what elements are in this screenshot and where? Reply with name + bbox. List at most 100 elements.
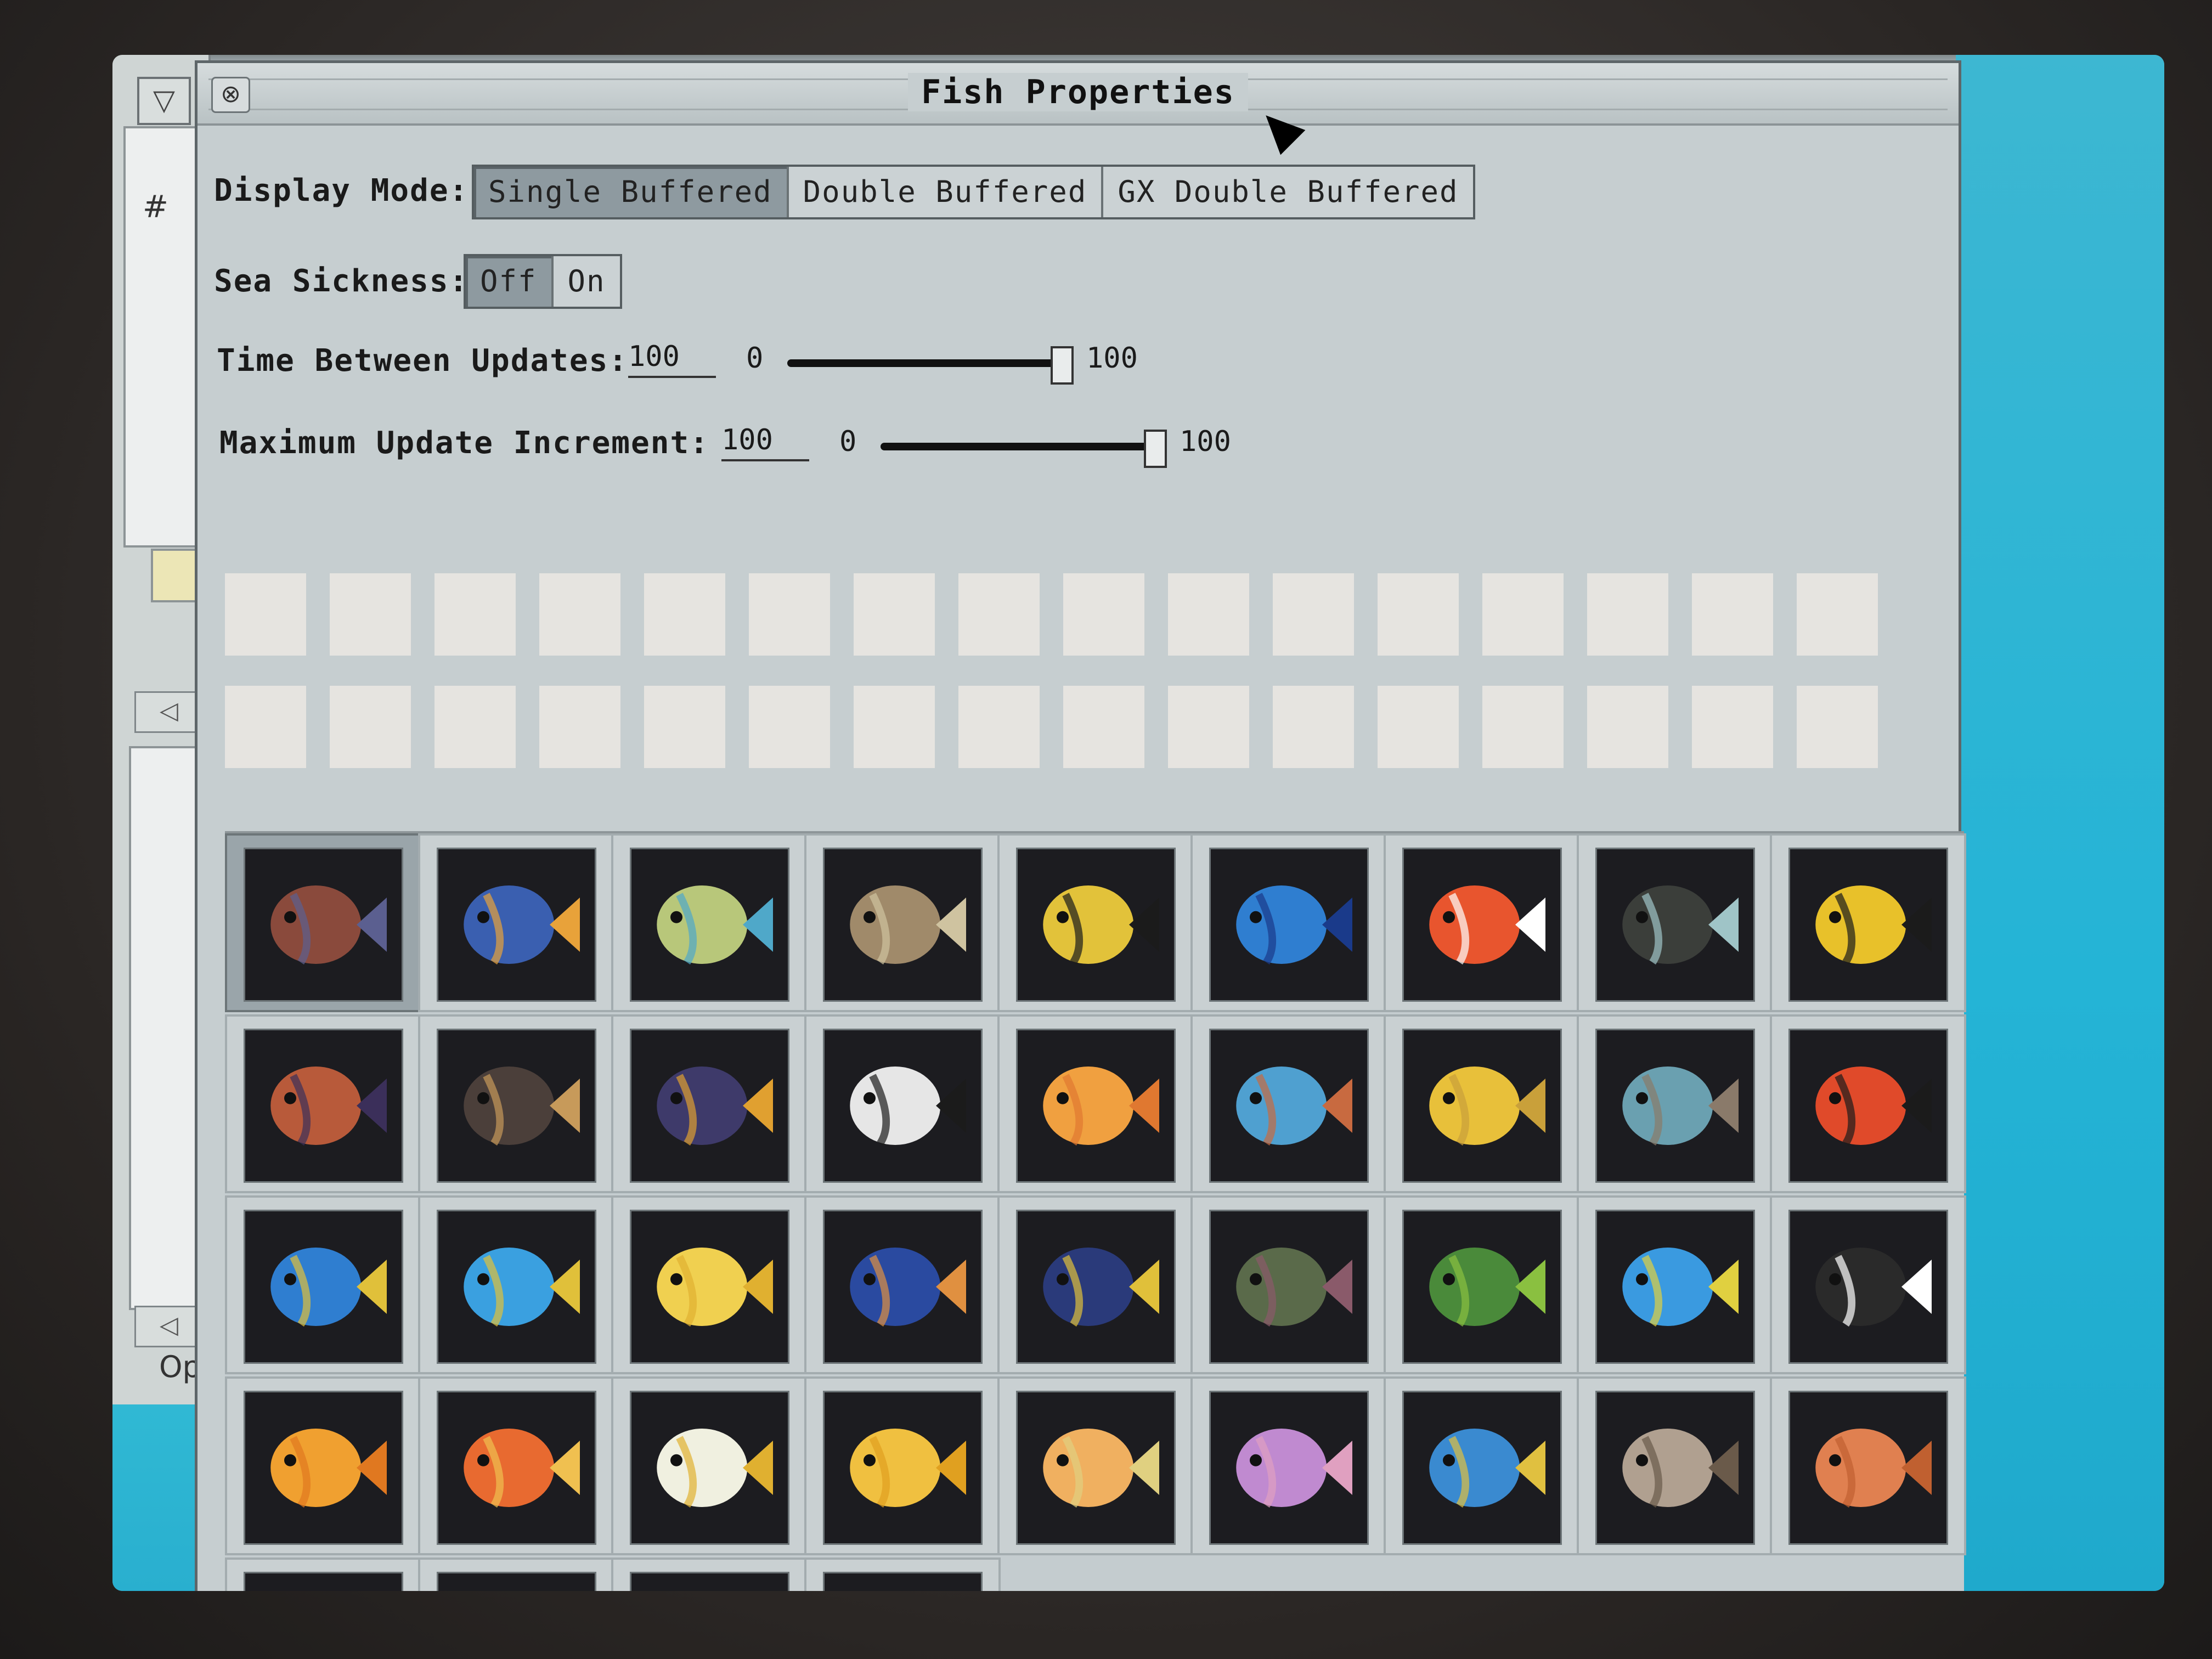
fish-option[interactable] bbox=[1770, 1376, 1966, 1555]
max-update-increment-field[interactable]: 100 bbox=[721, 421, 809, 461]
fish-option[interactable] bbox=[1384, 1014, 1580, 1193]
fish-option[interactable] bbox=[1770, 833, 1966, 1012]
empty-fish-slot[interactable] bbox=[225, 686, 306, 768]
empty-fish-slot[interactable] bbox=[644, 686, 725, 768]
fish-option[interactable] bbox=[225, 1558, 421, 1591]
fish-icon bbox=[1016, 848, 1176, 1002]
fish-icon bbox=[244, 1391, 403, 1545]
empty-fish-slot[interactable] bbox=[854, 686, 935, 768]
scroll-left-icon[interactable]: ◁ bbox=[134, 1306, 204, 1347]
empty-fish-slot[interactable] bbox=[435, 573, 516, 656]
fish-option[interactable] bbox=[611, 1376, 808, 1555]
fish-option[interactable] bbox=[1577, 1195, 1773, 1374]
empty-fish-slot[interactable] bbox=[958, 686, 1040, 768]
fish-icon bbox=[437, 1572, 596, 1591]
fish-option[interactable] bbox=[611, 833, 808, 1012]
empty-fish-slot[interactable] bbox=[854, 573, 935, 656]
fish-option[interactable] bbox=[1770, 1195, 1966, 1374]
fish-icon bbox=[1595, 1210, 1755, 1364]
fish-option[interactable] bbox=[804, 1014, 1001, 1193]
empty-fish-slot[interactable] bbox=[225, 573, 306, 656]
fish-option[interactable] bbox=[804, 1195, 1001, 1374]
fish-option[interactable] bbox=[611, 1014, 808, 1193]
fish-option[interactable] bbox=[418, 1376, 614, 1555]
display-mode-double-buffered[interactable]: Double Buffered bbox=[788, 167, 1104, 217]
empty-fish-slot[interactable] bbox=[1273, 686, 1354, 768]
empty-fish-slot[interactable] bbox=[1378, 573, 1459, 656]
title-bar[interactable]: ⊗ Fish Properties bbox=[198, 63, 1959, 126]
fish-option[interactable] bbox=[997, 1014, 1194, 1193]
increment-slider-track[interactable] bbox=[881, 443, 1155, 450]
fish-option[interactable] bbox=[418, 1195, 614, 1374]
fish-option[interactable] bbox=[418, 833, 614, 1012]
empty-fish-slot[interactable] bbox=[539, 686, 620, 768]
empty-fish-slot[interactable] bbox=[330, 686, 411, 768]
fish-option[interactable] bbox=[225, 1014, 421, 1193]
fish-icon bbox=[244, 848, 403, 1002]
sea-sickness-off[interactable]: Off bbox=[466, 256, 554, 307]
empty-fish-slot[interactable] bbox=[1482, 686, 1564, 768]
fish-option[interactable] bbox=[1770, 1014, 1966, 1193]
empty-fish-slot[interactable] bbox=[1063, 573, 1144, 656]
fish-option[interactable] bbox=[611, 1195, 808, 1374]
fish-option[interactable] bbox=[997, 833, 1194, 1012]
fish-icon bbox=[823, 1029, 983, 1183]
fish-icon bbox=[244, 1029, 403, 1183]
fish-option[interactable] bbox=[418, 1014, 614, 1193]
empty-fish-slot[interactable] bbox=[1692, 686, 1773, 768]
empty-fish-slot[interactable] bbox=[749, 686, 830, 768]
fish-option[interactable] bbox=[804, 833, 1001, 1012]
display-mode-gx-double-buffered[interactable]: GX Double Buffered bbox=[1103, 167, 1473, 217]
fish-properties-window: ⊗ Fish Properties Display Mode: Single B… bbox=[195, 60, 1966, 1591]
empty-fish-slot[interactable] bbox=[644, 573, 725, 656]
empty-fish-slot[interactable] bbox=[958, 573, 1040, 656]
increment-slider-min: 0 bbox=[839, 425, 857, 458]
empty-fish-slot[interactable] bbox=[749, 573, 830, 656]
fish-option[interactable] bbox=[611, 1558, 808, 1591]
fish-option[interactable] bbox=[1190, 1376, 1387, 1555]
fish-option[interactable] bbox=[804, 1376, 1001, 1555]
time-slider-thumb[interactable] bbox=[1051, 346, 1074, 385]
empty-fish-slot[interactable] bbox=[1482, 573, 1564, 656]
fish-option[interactable] bbox=[997, 1195, 1194, 1374]
fish-option[interactable] bbox=[1190, 1195, 1387, 1374]
empty-fish-slot[interactable] bbox=[330, 573, 411, 656]
scroll-left-icon[interactable]: ◁ bbox=[134, 691, 204, 733]
fish-option[interactable] bbox=[1190, 1014, 1387, 1193]
empty-fish-slot[interactable] bbox=[1378, 686, 1459, 768]
empty-fish-slot[interactable] bbox=[1692, 573, 1773, 656]
fish-option[interactable] bbox=[418, 1558, 614, 1591]
fish-icon bbox=[437, 1391, 596, 1545]
sea-sickness-on[interactable]: On bbox=[553, 256, 620, 307]
collapse-box-icon[interactable]: ▽ bbox=[137, 77, 191, 125]
increment-slider-thumb[interactable] bbox=[1144, 430, 1167, 468]
fish-icon bbox=[1788, 848, 1948, 1002]
fish-option[interactable] bbox=[997, 1376, 1194, 1555]
empty-fish-slot[interactable] bbox=[1587, 686, 1668, 768]
empty-fish-slot[interactable] bbox=[435, 686, 516, 768]
empty-fish-slot[interactable] bbox=[1168, 573, 1249, 656]
fish-option[interactable] bbox=[1577, 1376, 1773, 1555]
fish-option[interactable] bbox=[1190, 833, 1387, 1012]
empty-fish-slot[interactable] bbox=[1587, 573, 1668, 656]
empty-fish-slot[interactable] bbox=[1797, 573, 1878, 656]
empty-fish-slot[interactable] bbox=[1273, 573, 1354, 656]
fish-option[interactable] bbox=[1577, 833, 1773, 1012]
fish-option[interactable] bbox=[225, 1376, 421, 1555]
window-title-text: Fish Properties bbox=[908, 73, 1248, 111]
empty-fish-slot[interactable] bbox=[539, 573, 620, 656]
fish-option[interactable] bbox=[225, 833, 421, 1012]
desktop-background bbox=[1956, 55, 2164, 1591]
fish-option[interactable] bbox=[1384, 833, 1580, 1012]
fish-option[interactable] bbox=[1384, 1376, 1580, 1555]
display-mode-single-buffered[interactable]: Single Buffered bbox=[474, 167, 789, 217]
fish-option[interactable] bbox=[1384, 1195, 1580, 1374]
fish-option[interactable] bbox=[804, 1558, 1001, 1591]
time-between-updates-field[interactable]: 100 bbox=[628, 337, 716, 378]
empty-fish-slot[interactable] bbox=[1797, 686, 1878, 768]
time-slider-track[interactable] bbox=[787, 359, 1062, 367]
fish-option[interactable] bbox=[1577, 1014, 1773, 1193]
empty-fish-slot[interactable] bbox=[1063, 686, 1144, 768]
fish-option[interactable] bbox=[225, 1195, 421, 1374]
empty-fish-slot[interactable] bbox=[1168, 686, 1249, 768]
